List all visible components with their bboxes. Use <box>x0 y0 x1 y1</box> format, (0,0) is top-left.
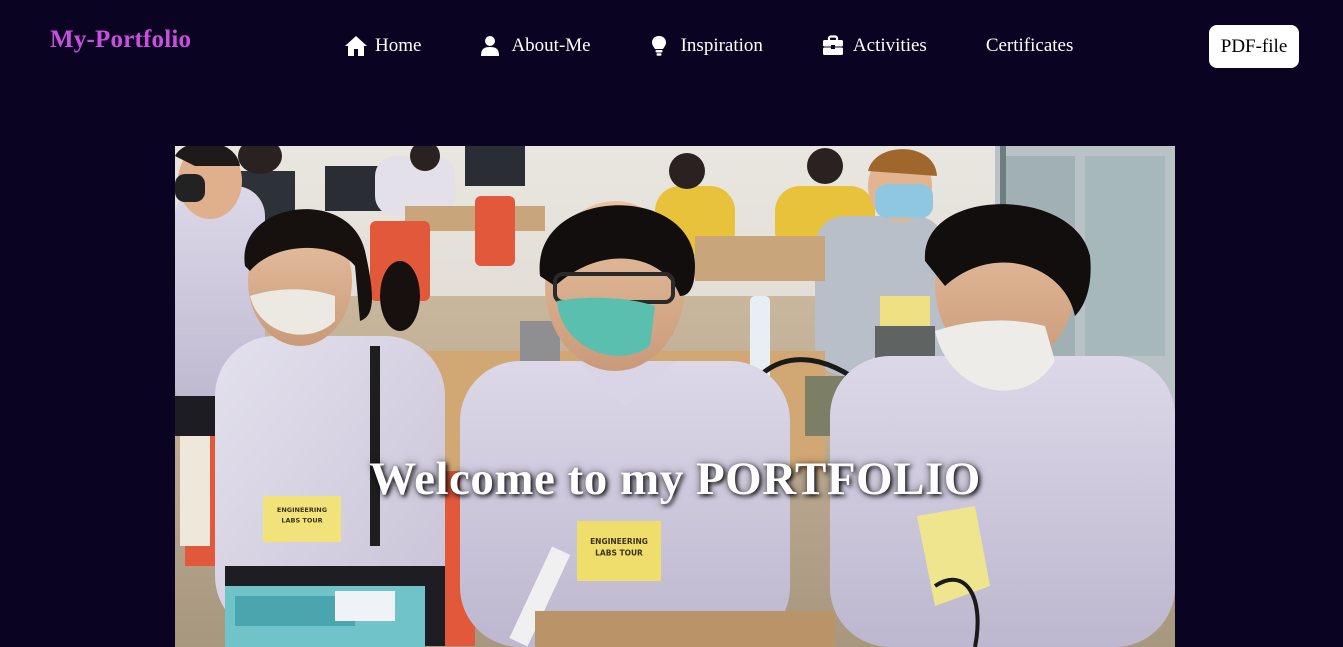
nav-item-activities[interactable]: Activities <box>822 35 927 57</box>
hero-title: Welcome to my PORTFOLIO <box>369 453 981 505</box>
nav-item-label: Inspiration <box>680 35 763 56</box>
lightbulb-icon <box>650 35 674 57</box>
nav-item-label: Certificates <box>985 35 1074 56</box>
pdf-file-button[interactable]: PDF-file <box>1209 25 1299 68</box>
badge-left-text: ENGINEERING <box>277 506 327 514</box>
nav-item-inspiration[interactable]: Inspiration <box>650 35 763 57</box>
home-icon <box>344 35 368 57</box>
nav-item-home[interactable]: Home <box>344 35 421 57</box>
badge-center-text: LABS TOUR <box>595 549 643 558</box>
nav-item-label: Home <box>375 35 422 56</box>
navbar: My-Portfolio Home About-Me Inspiration A… <box>0 0 1343 92</box>
nav-links: Home About-Me Inspiration Activities Cer… <box>344 32 1073 60</box>
badge-center-text: ENGINEERING <box>590 537 648 546</box>
user-icon <box>480 35 504 57</box>
nav-item-about-me[interactable]: About-Me <box>480 35 591 57</box>
nav-item-label: About-Me <box>511 35 591 56</box>
briefcase-icon <box>822 35 846 57</box>
nav-item-certificates[interactable]: Certificates <box>986 35 1074 57</box>
brand-logo[interactable]: My-Portfolio <box>50 26 191 54</box>
badge-left-text: LABS TOUR <box>281 517 322 525</box>
nav-item-label: Activities <box>852 35 927 56</box>
hero-photo: ENGINEERING LABS TOUR ENGINEERING LABS TOUR <box>175 146 1175 647</box>
hero-banner: ENGINEERING LABS TOUR ENGINEERING LABS TOUR… <box>175 146 1175 647</box>
